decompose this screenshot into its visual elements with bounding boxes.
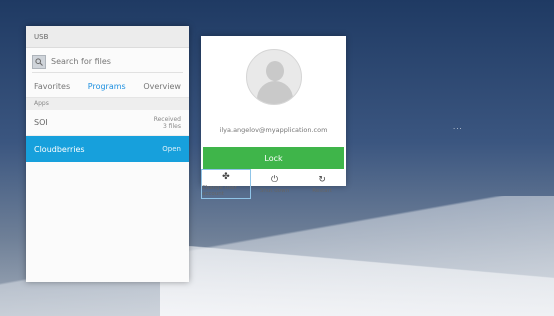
tab-favorites[interactable]: Favorites [34,82,70,91]
tab-programs[interactable]: Programs [88,82,126,91]
shut-down-button[interactable]: ⏻ Shut down [251,169,299,199]
start-menu-tabs: Favorites Programs Overview [26,76,189,98]
power-actions: ✤ Change user account ⏻ Shut down ↻ Rest… [201,169,346,199]
restart-button[interactable]: ↻ Restart [298,169,346,199]
search-box[interactable] [32,51,183,73]
power-icon: ⏻ [270,174,279,185]
restart-icon: ↻ [318,174,326,185]
action-label: Shut down [259,187,290,194]
list-item-meta-line1: Received [153,115,181,123]
desktop-dots: ... [453,123,463,131]
user-lock-card: ilya.angelov@myapplication.com Lock ✤ Ch… [201,36,346,199]
user-email: ilya.angelov@myapplication.com [219,126,328,134]
list-item-label: SOI [34,118,48,127]
wallpaper-ridge-near [160,246,554,316]
avatar-head [265,61,284,81]
list-item[interactable]: SOI Received 3 files [26,110,189,136]
action-label: Restart [312,187,333,194]
start-menu-header-text: USB [34,32,49,41]
list-item-meta: Received 3 files [154,116,181,130]
start-menu-panel: USB Favorites Programs Overview Apps SOI… [26,26,189,282]
action-label: Change user account [202,184,237,197]
list-item-meta-line2: 3 files [163,122,181,130]
lock-button[interactable]: Lock [203,147,344,169]
list-item-meta: Open [162,145,181,153]
list-item-selected[interactable]: Cloudberries Open [26,136,189,162]
section-header: Apps [26,98,189,110]
start-menu-header: USB [26,26,189,48]
avatar [245,49,302,105]
user-lock-icon: ✤ [222,171,230,182]
tab-overview[interactable]: Overview [143,82,181,91]
avatar-body [256,81,293,104]
list-item-label: Cloudberries [34,144,85,154]
search-icon [32,54,46,69]
change-user-button[interactable]: ✤ Change user account [201,169,251,199]
search-input[interactable] [51,57,151,66]
